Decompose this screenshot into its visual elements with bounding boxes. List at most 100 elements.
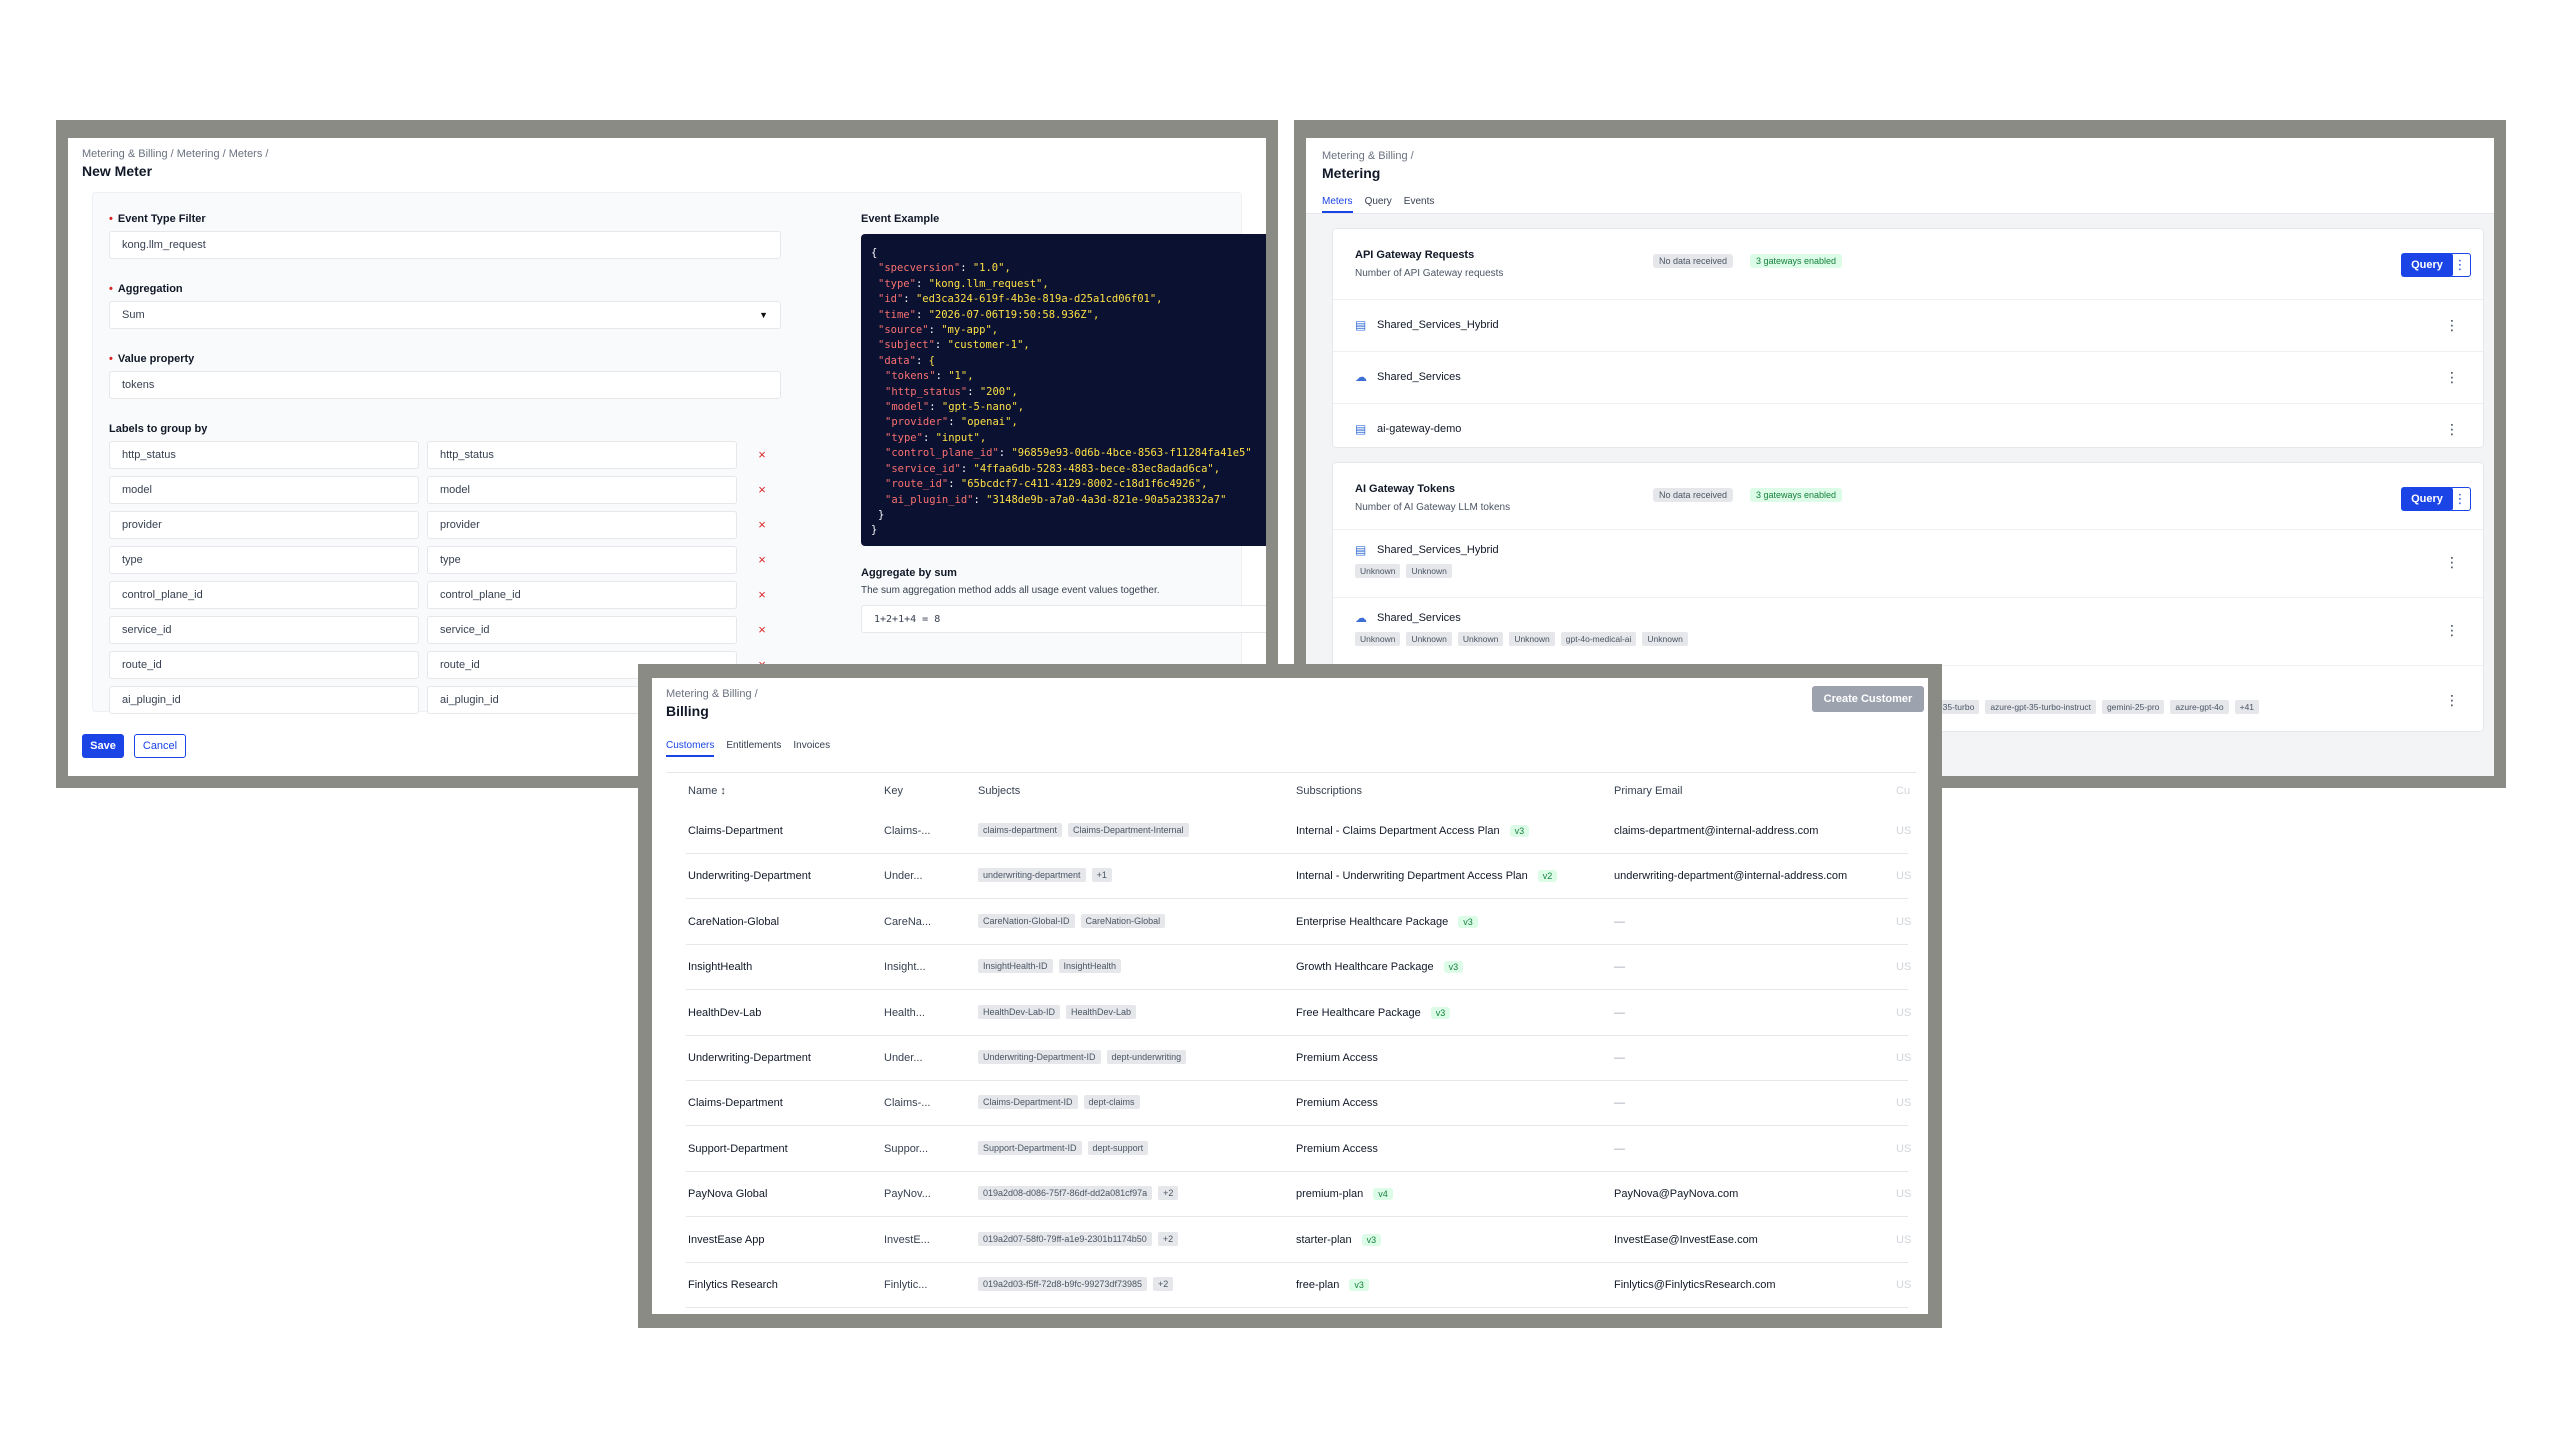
column-header-name[interactable]: Name ↕ bbox=[688, 785, 726, 797]
save-button[interactable]: Save bbox=[82, 734, 124, 758]
column-header-subjects: Subjects bbox=[978, 785, 1021, 797]
value-property-input[interactable]: tokens bbox=[109, 371, 781, 399]
more-options-icon[interactable]: ⋮ bbox=[2449, 487, 2471, 511]
column-header-truncated: Cu bbox=[1896, 785, 1911, 797]
query-button[interactable]: Query bbox=[2401, 253, 2453, 277]
subject-tags: Underwriting-Department-ID dept-underwrit… bbox=[978, 1050, 1187, 1064]
code-line: "type": "kong.llm_request", bbox=[871, 277, 1266, 292]
metering-tabs: Meters Query Events bbox=[1322, 196, 1434, 213]
remove-label-icon[interactable]: × bbox=[755, 483, 769, 497]
table-row[interactable]: Claims-Department Claims-... claims-depart… bbox=[686, 809, 1912, 854]
meter-subtitle: Number of API Gateway requests bbox=[1355, 268, 1504, 279]
subscription-name: Enterprise Healthcare Package bbox=[1296, 915, 1449, 928]
code-key: "subject" bbox=[878, 339, 935, 352]
version-badge: v3 bbox=[1430, 1006, 1451, 1019]
label-key-input[interactable]: ai_plugin_id bbox=[109, 686, 419, 714]
table-row[interactable]: Support-Department Suppor... Support-Depar… bbox=[686, 1127, 1911, 1172]
code-line: "model": "gpt-5-nano", bbox=[871, 400, 1266, 415]
more-options-icon[interactable]: ⋮ bbox=[2445, 554, 2459, 571]
code-value: "200", bbox=[979, 385, 1018, 398]
code-separator: : bbox=[960, 462, 974, 475]
code-key: "route_id" bbox=[885, 478, 949, 491]
truncated-cell: US bbox=[1896, 1233, 1912, 1246]
more-options-icon[interactable]: ⋮ bbox=[2445, 622, 2459, 639]
subscription-name: Internal - Underwriting Department Acces… bbox=[1296, 870, 1528, 883]
label-key-input[interactable]: control_plane_id bbox=[109, 581, 419, 609]
table-row[interactable]: InvestEase App InvestE... 019a2d07-58f0-79… bbox=[686, 1218, 1912, 1263]
label-key-input[interactable]: model bbox=[109, 476, 419, 504]
truncated-cell: US bbox=[1896, 825, 1912, 837]
label-value-input[interactable]: type bbox=[427, 546, 737, 574]
customers-table: Name ↕ Key Subjects Subscriptions Primar… bbox=[666, 772, 1916, 1312]
aggregation-select[interactable]: Sum ▼ bbox=[109, 301, 781, 329]
subject-tags: InsightHealth-ID InsightHealth bbox=[978, 959, 1122, 974]
billing-window: Metering & Billing / Billing Create Cust… bbox=[638, 664, 1942, 1328]
code-key: "ai_plugin_id" bbox=[885, 493, 974, 506]
model-tag: Unknown bbox=[1457, 632, 1504, 646]
customer-key: PayNov... bbox=[884, 1188, 931, 1201]
code-value: "65bcdcf7-c411-4129-8002-c18d1f6c4926", bbox=[960, 478, 1208, 491]
label-key-input[interactable]: route_id bbox=[109, 651, 419, 679]
tab-query[interactable]: Query bbox=[1365, 196, 1392, 213]
gateways-badge: 3 gateways enabled bbox=[1750, 254, 1843, 268]
table-row[interactable]: PayNova Global PayNov... 019a2d08-d086-75f… bbox=[686, 1172, 1911, 1218]
primary-email: claims-department@internal-address.com bbox=[1614, 825, 1819, 837]
label-value-input[interactable]: http_status bbox=[427, 441, 737, 469]
subscription-name: free-plan bbox=[1296, 1279, 1340, 1291]
model-tag: Unknown bbox=[1406, 564, 1452, 578]
remove-label-icon[interactable]: × bbox=[755, 553, 769, 567]
page-header: Metering & Billing / Billing bbox=[666, 688, 758, 719]
subject-tag: dept-support bbox=[1087, 1140, 1149, 1155]
table-row[interactable]: Finlytics Research Finlytic... 019a2d03-f5… bbox=[686, 1263, 1911, 1308]
event-type-filter-input[interactable]: kong.llm_request bbox=[109, 231, 781, 259]
more-options-icon[interactable]: ⋮ bbox=[2445, 692, 2459, 709]
more-options-icon[interactable]: ⋮ bbox=[2445, 317, 2459, 334]
customer-key: CareNa... bbox=[884, 915, 932, 928]
cancel-button[interactable]: Cancel bbox=[134, 734, 186, 758]
more-options-icon[interactable]: ⋮ bbox=[2445, 369, 2459, 386]
breadcrumb[interactable]: Metering & Billing / bbox=[1322, 150, 1414, 162]
code-value: "1", bbox=[948, 370, 974, 383]
tab-events[interactable]: Events bbox=[1404, 196, 1435, 213]
model-tag: +41 bbox=[2234, 700, 2260, 714]
remove-label-icon[interactable]: × bbox=[755, 448, 769, 462]
remove-label-icon[interactable]: × bbox=[755, 588, 769, 602]
table-row[interactable]: Underwriting-Department Under... Underwrit… bbox=[686, 1036, 1911, 1081]
more-options-icon[interactable]: ⋮ bbox=[2445, 421, 2459, 438]
table-row[interactable]: Claims-Department Claims-... Claims-Depart… bbox=[686, 1081, 1912, 1127]
remove-label-icon[interactable]: × bbox=[755, 518, 769, 532]
create-customer-button[interactable]: Create Customer bbox=[1812, 686, 1924, 712]
subscription-cell: Internal - Underwriting Department Acces… bbox=[1296, 870, 1558, 883]
code-separator: : bbox=[929, 401, 942, 414]
breadcrumb[interactable]: Metering & Billing / Metering / Meters / bbox=[82, 148, 268, 160]
table-row[interactable]: HealthDev-Lab Health... HealthDev-Lab-ID He… bbox=[686, 991, 1911, 1036]
label-key-input[interactable]: type bbox=[109, 546, 419, 574]
breadcrumb[interactable]: Metering & Billing / bbox=[666, 688, 758, 700]
gateway-name: ai-gateway-demo bbox=[1377, 423, 1462, 435]
code-key: "model" bbox=[885, 401, 930, 414]
label-value-input[interactable]: model bbox=[427, 476, 737, 504]
truncated-cell: US bbox=[1896, 1097, 1912, 1110]
gateway-row: ☁ Shared_Services ⋮ bbox=[1333, 351, 2483, 403]
table-row[interactable]: Underwriting-Department Under... underwrit… bbox=[686, 854, 1911, 900]
table-row[interactable]: CareNation-Global CareNa... CareNation-Glo… bbox=[686, 900, 1911, 945]
tab-invoices[interactable]: Invoices bbox=[793, 740, 830, 757]
label-value-input[interactable]: service_id bbox=[427, 616, 737, 644]
tab-entitlements[interactable]: Entitlements bbox=[726, 740, 781, 757]
remove-label-icon[interactable]: × bbox=[755, 623, 769, 637]
label-key-input[interactable]: http_status bbox=[109, 441, 419, 469]
customer-name: InvestEase App bbox=[688, 1233, 765, 1246]
table-row[interactable]: InsightHealth Insight... InsightHealth-ID I… bbox=[686, 945, 1911, 991]
subject-tag: Claims-Department-Internal bbox=[1068, 823, 1189, 837]
tab-customers[interactable]: Customers bbox=[666, 740, 715, 757]
label-value-input[interactable]: control_plane_id bbox=[427, 581, 737, 609]
label-key-input[interactable]: provider bbox=[109, 511, 419, 539]
query-button[interactable]: Query bbox=[2401, 487, 2453, 511]
label-value-input[interactable]: provider bbox=[427, 511, 737, 539]
code-value: "1.0", bbox=[972, 262, 1011, 275]
more-options-icon[interactable]: ⋮ bbox=[2449, 253, 2471, 277]
subject-tag: 019a2d03-f5ff-72d8-b9fc-99273df73985 bbox=[978, 1277, 1147, 1291]
tab-meters[interactable]: Meters bbox=[1322, 196, 1353, 213]
model-tags: gpt-35-turbo azure-gpt-35-turbo-instruct… bbox=[1923, 700, 2260, 714]
label-key-input[interactable]: service_id bbox=[109, 616, 419, 644]
